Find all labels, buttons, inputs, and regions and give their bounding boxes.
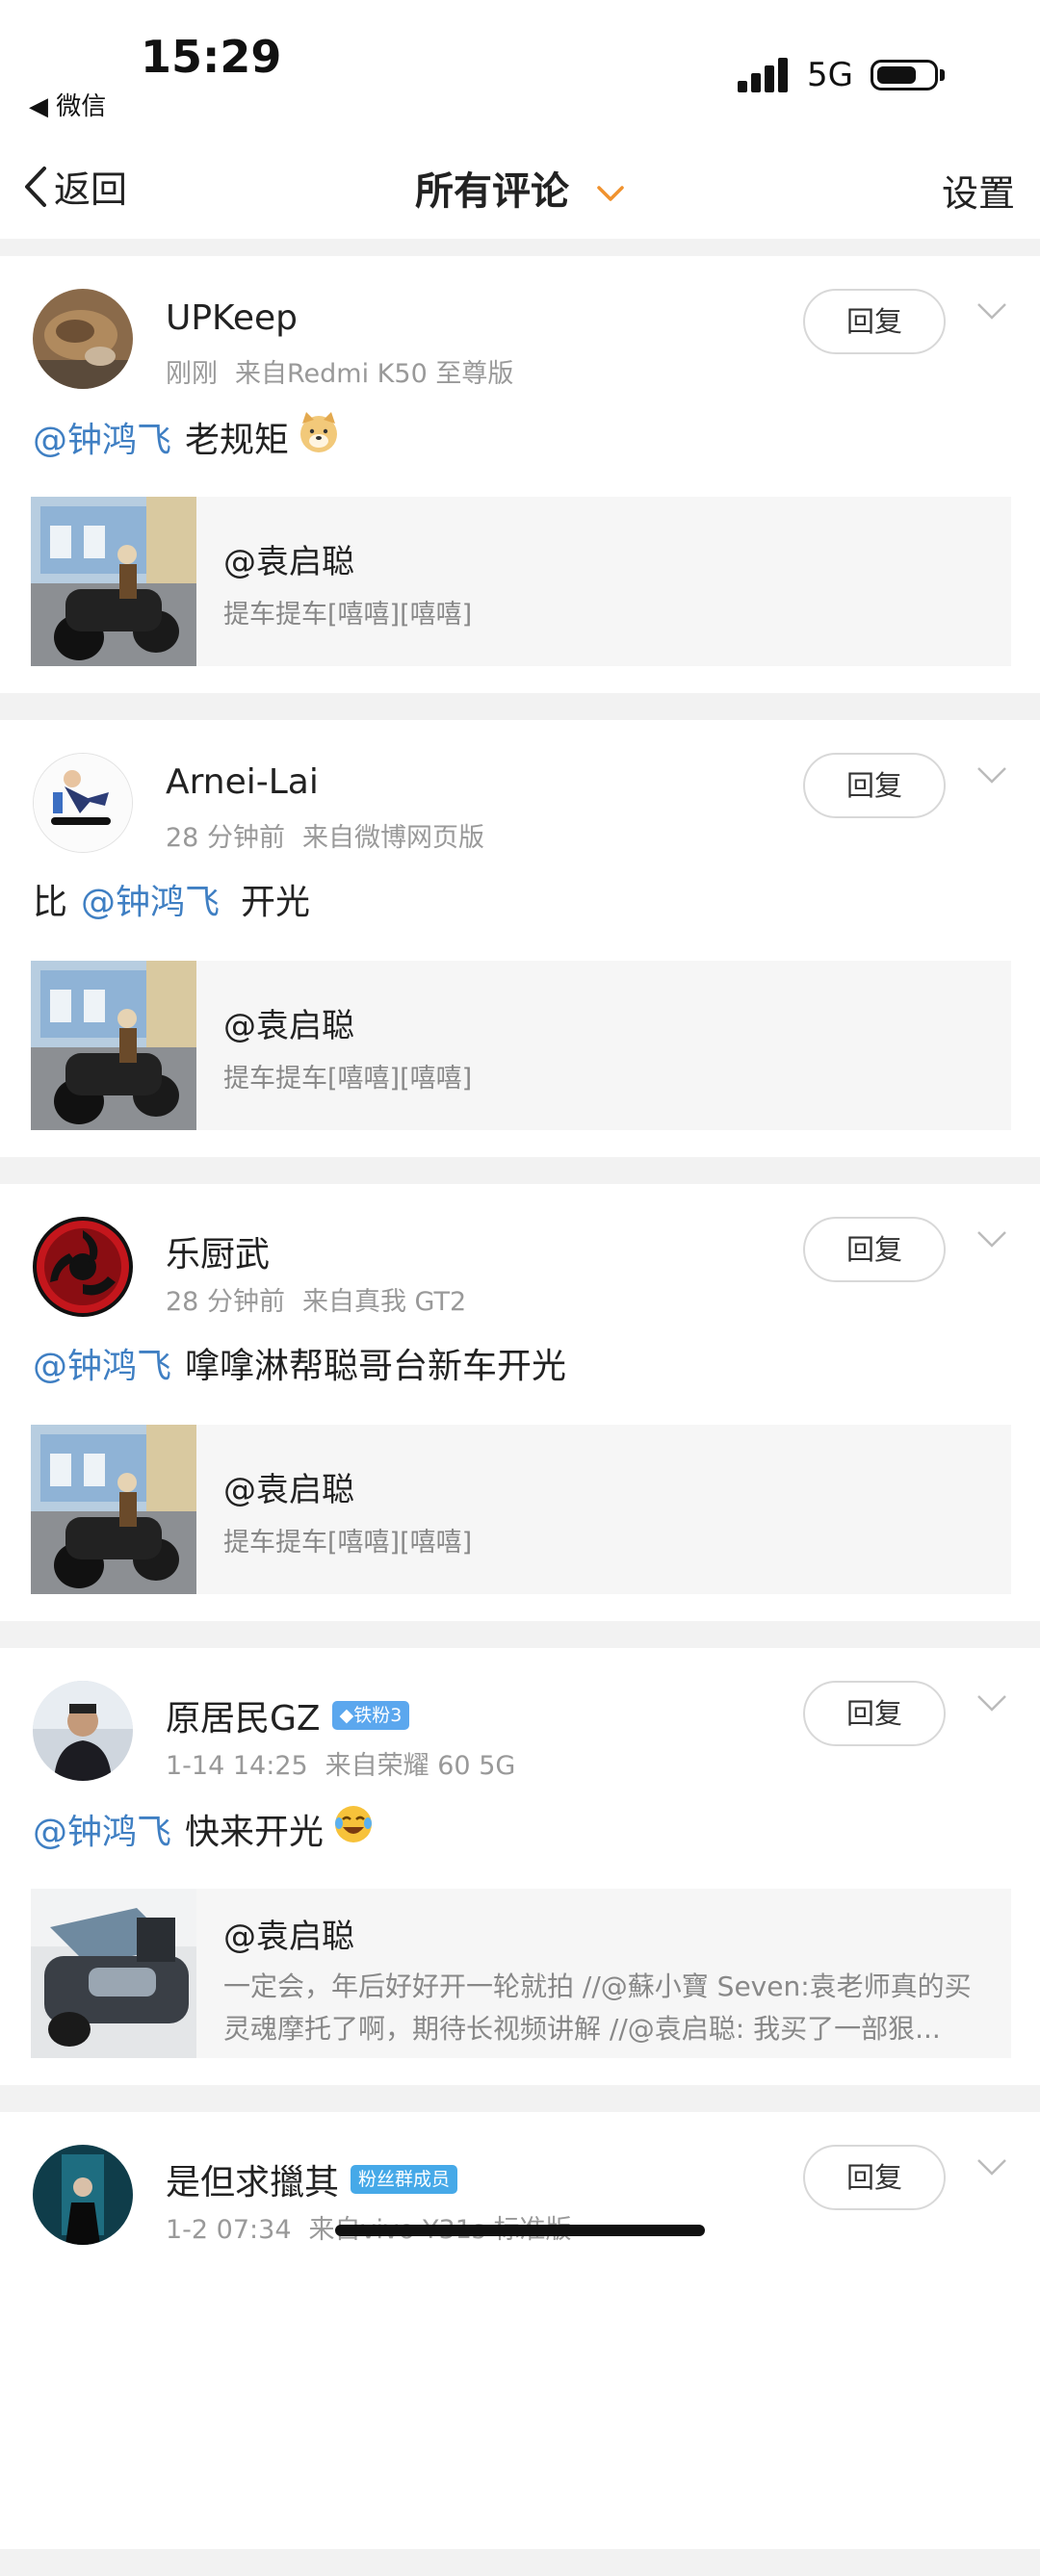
quoted-author: @袁启聪 [223, 1471, 354, 1509]
username[interactable]: 乐厨武 [166, 1226, 270, 1276]
comment-card: UPKeep 刚刚 来自Redmi K50 至尊版 回复 @钟鸿飞 老规矩 @袁… [0, 256, 1040, 693]
status-time: 15:29 [141, 31, 282, 83]
comment-card: 乐厨武 28 分钟前来自真我 GT2 回复 @钟鸿飞 嗱嗱淋帮聪哥台新车开光 [0, 1184, 1040, 1621]
chevron-down-icon[interactable] [976, 302, 1007, 322]
back-to-wechat-link[interactable]: ◀ 微信 [29, 87, 106, 122]
quoted-post[interactable]: @袁启聪 一定会，年后好好开一轮就拍 //@蘇小寶 Seven:袁老师真的买 灵… [31, 1889, 1011, 2058]
home-indicator[interactable] [335, 2225, 705, 2236]
comment-card: 原居民GZ ◆铁粉3 1-14 14:25 来自荣耀 60 5G 回复 @钟鸿飞 … [0, 1648, 1040, 2085]
fan-level-badge: ◆铁粉3 [331, 1701, 410, 1730]
comment-text: @钟鸿飞 快来开光 [33, 1802, 376, 1855]
quoted-text: 提车提车[嘻嘻][嘻嘻] [223, 1528, 473, 1558]
doge-emoji-icon [297, 410, 341, 463]
post-thumbnail [31, 961, 196, 1130]
reply-button[interactable]: 回复 [803, 289, 946, 354]
comment-meta: 1-14 14:25 来自荣耀 60 5G [166, 1751, 516, 1781]
mention-link[interactable]: @钟鸿飞 [81, 874, 220, 924]
username[interactable]: UPKeep [166, 298, 298, 338]
network-type: 5G [807, 56, 853, 94]
comment-card: 是但求擸其 粉丝群成员 1-2 07:34来自vivo Y31s 标准版 回复 [0, 2112, 1040, 2549]
quoted-text: 提车提车[嘻嘻][嘻嘻] [223, 1064, 473, 1094]
reply-button[interactable]: 回复 [803, 753, 946, 818]
quoted-post[interactable]: @袁启聪 提车提车[嘻嘻][嘻嘻] [31, 497, 1011, 666]
reply-button[interactable]: 回复 [803, 1681, 946, 1746]
laugh-cry-emoji-icon [331, 1802, 376, 1855]
mention-link[interactable]: @钟鸿飞 [33, 1804, 171, 1854]
quoted-post[interactable]: @袁启聪 提车提车[嘻嘻][嘻嘻] [31, 1425, 1011, 1594]
quoted-text: 提车提车[嘻嘻][嘻嘻] [223, 600, 473, 630]
battery-tip-icon [940, 69, 945, 81]
comment-meta: 28 分钟前 来自微博网页版 [166, 823, 484, 853]
comment-text: @钟鸿飞 嗱嗱淋帮聪哥台新车开光 [33, 1338, 566, 1388]
mention-link[interactable]: @钟鸿飞 [33, 1338, 171, 1388]
avatar[interactable] [33, 289, 133, 389]
quoted-author: @袁启聪 [223, 1918, 354, 1956]
mention-link[interactable]: @钟鸿飞 [33, 412, 171, 462]
quoted-author: @袁启聪 [223, 543, 354, 581]
chevron-down-icon[interactable] [976, 1694, 1007, 1713]
avatar[interactable] [33, 753, 133, 853]
avatar[interactable] [33, 2145, 133, 2245]
chevron-down-icon[interactable] [976, 2158, 1007, 2177]
quoted-author: @袁启聪 [223, 1007, 354, 1045]
quoted-text: 一定会，年后好好开一轮就拍 //@蘇小寶 Seven:袁老师真的买 灵魂摩托了啊… [223, 1971, 972, 2045]
username[interactable]: Arnei-Lai [166, 762, 319, 802]
reply-button[interactable]: 回复 [803, 2145, 946, 2210]
username[interactable]: 是但求擸其 粉丝群成员 [166, 2154, 458, 2204]
fan-group-badge: 粉丝群成员 [351, 2165, 458, 2194]
chevron-down-icon[interactable] [976, 766, 1007, 786]
nav-bar: 返回 所有评论 设置 [0, 135, 1040, 239]
comment-meta: 28 分钟前 来自真我 GT2 [166, 1287, 467, 1317]
quoted-post[interactable]: @袁启聪 提车提车[嘻嘻][嘻嘻] [31, 961, 1011, 1130]
comment-card: Arnei-Lai 28 分钟前 来自微博网页版 回复 比 @钟鸿飞 开光 @袁… [0, 720, 1040, 1157]
comment-meta: 刚刚 来自Redmi K50 至尊版 [166, 359, 514, 389]
comment-text: @钟鸿飞 老规矩 [33, 410, 341, 463]
settings-button[interactable]: 设置 [942, 164, 1015, 217]
reply-button[interactable]: 回复 [803, 1217, 946, 1282]
comment-text: 比 @钟鸿飞 开光 [33, 874, 310, 924]
avatar[interactable] [33, 1217, 133, 1317]
avatar[interactable] [33, 1681, 133, 1781]
chevron-down-icon [597, 186, 624, 201]
battery-icon [871, 60, 938, 90]
status-bar: 15:29 ◀ 微信 5G [0, 0, 1040, 135]
comment-filter-dropdown[interactable]: 所有评论 [0, 160, 1040, 216]
page-title: 所有评论 [415, 169, 570, 214]
signal-icon [738, 58, 792, 92]
username[interactable]: 原居民GZ ◆铁粉3 [166, 1690, 410, 1740]
post-thumbnail [31, 1425, 196, 1594]
post-thumbnail [31, 1889, 196, 2058]
chevron-down-icon[interactable] [976, 1230, 1007, 1249]
post-thumbnail [31, 497, 196, 666]
